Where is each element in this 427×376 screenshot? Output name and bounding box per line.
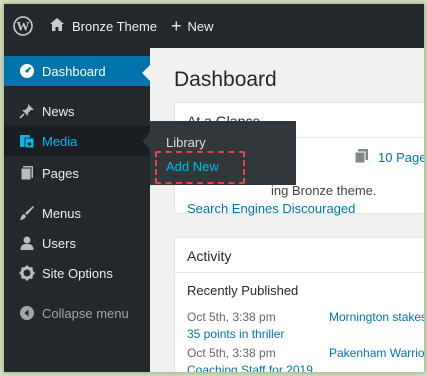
wordpress-logo-icon[interactable]: W bbox=[4, 4, 42, 48]
sidebar-item-label: Users bbox=[42, 235, 76, 251]
post-date: Oct 5th, 3:38 pm bbox=[187, 346, 276, 360]
page-title: Dashboard bbox=[174, 68, 277, 91]
svg-text:W: W bbox=[17, 19, 30, 34]
post-title-link[interactable]: Pakenham Warriors bbox=[329, 346, 424, 360]
sidebar-item-label: Collapse menu bbox=[42, 305, 129, 321]
pages-count-link[interactable]: 10 Pages bbox=[354, 149, 424, 166]
divider bbox=[175, 272, 424, 273]
brush-icon bbox=[14, 205, 40, 221]
sidebar-item-label: Pages bbox=[42, 165, 79, 181]
plus-icon: + bbox=[171, 16, 182, 36]
gear-icon bbox=[14, 265, 40, 281]
sidebar-item-label: News bbox=[42, 103, 75, 119]
post-subtitle-link[interactable]: Coaching Staff for 2019 bbox=[187, 363, 313, 372]
pages-icon bbox=[354, 149, 368, 166]
sidebar-item-dashboard[interactable]: Dashboard bbox=[4, 56, 150, 86]
pages-count-label: 10 Pages bbox=[378, 150, 424, 165]
sidebar-item-site-options[interactable]: Site Options bbox=[4, 258, 150, 288]
submenu-item-library[interactable]: Library bbox=[166, 135, 206, 150]
search-engines-discouraged-link[interactable]: Search Engines Discouraged bbox=[187, 201, 355, 216]
highlight-annotation bbox=[155, 151, 245, 184]
sidebar-item-label: Site Options bbox=[42, 265, 113, 281]
media-icon bbox=[14, 133, 40, 149]
sidebar-item-pages[interactable]: Pages bbox=[4, 158, 150, 188]
wp-admin-window: W Bronze Theme + New Dashboard News Medi… bbox=[4, 4, 424, 372]
collapse-icon bbox=[14, 305, 40, 321]
recently-published-heading: Recently Published bbox=[187, 283, 299, 298]
site-name-label: Bronze Theme bbox=[72, 18, 158, 34]
sidebar-item-menus[interactable]: Menus bbox=[4, 198, 150, 228]
flyout-arrow bbox=[142, 133, 150, 149]
activity-widget: Activity Recently Published Oct 5th, 3:3… bbox=[174, 237, 424, 372]
new-label: New bbox=[187, 18, 214, 34]
sidebar-item-media[interactable]: Media bbox=[4, 126, 150, 156]
sidebar-item-news[interactable]: News bbox=[4, 96, 150, 126]
sidebar-item-label: Dashboard bbox=[42, 63, 106, 79]
home-icon bbox=[50, 18, 64, 34]
post-title-link[interactable]: Mornington stakes bbox=[329, 310, 424, 324]
new-content-button[interactable]: + New bbox=[171, 4, 214, 48]
sidebar-item-label: Media bbox=[42, 133, 78, 149]
widget-title: Activity bbox=[187, 248, 232, 264]
admin-sidebar: Dashboard News Media Pages Menus Users S… bbox=[4, 48, 150, 372]
post-date: Oct 5th, 3:38 pm bbox=[187, 310, 276, 324]
dashboard-icon bbox=[14, 63, 40, 79]
theme-info-text: ing Bronze theme. bbox=[271, 183, 377, 198]
main-content: Dashboard At a Glance 10 Pages ing Bronz… bbox=[150, 48, 424, 372]
post-subtitle-link[interactable]: 35 points in thriller bbox=[187, 327, 284, 341]
admin-bar: W Bronze Theme + New bbox=[4, 4, 424, 48]
collapse-menu-button[interactable]: Collapse menu bbox=[4, 298, 150, 328]
sidebar-item-users[interactable]: Users bbox=[4, 228, 150, 258]
active-indicator bbox=[142, 65, 150, 81]
site-name-link[interactable]: Bronze Theme bbox=[42, 4, 171, 48]
sidebar-item-label: Menus bbox=[42, 205, 82, 221]
pages-icon bbox=[14, 165, 40, 181]
user-icon bbox=[14, 235, 40, 251]
pin-icon bbox=[14, 103, 40, 119]
